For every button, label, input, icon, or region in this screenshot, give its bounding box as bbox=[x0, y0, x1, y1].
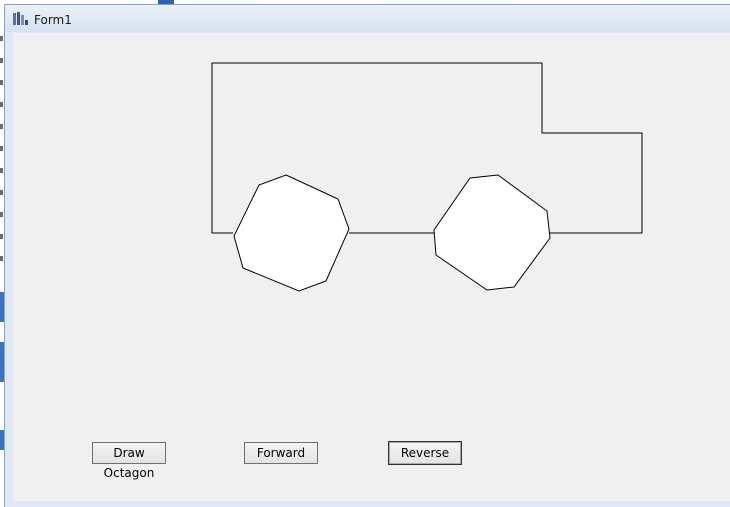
bg-text-fragment bbox=[0, 80, 3, 85]
form-app-icon bbox=[13, 12, 28, 25]
rear-wheel-octagon bbox=[433, 174, 551, 291]
title-bar[interactable]: Form1 bbox=[5, 5, 730, 32]
window-title: Form1 bbox=[34, 13, 72, 27]
forward-button[interactable]: Forward bbox=[244, 442, 318, 464]
bg-text-fragment bbox=[0, 212, 3, 217]
draw-octagon-button[interactable]: Draw Octagon bbox=[92, 442, 166, 480]
bg-text-fragment bbox=[0, 234, 3, 239]
bg-text-fragment bbox=[0, 146, 3, 151]
bg-text-fragment bbox=[0, 256, 3, 261]
bg-text-fragment bbox=[0, 58, 3, 63]
bg-text-fragment bbox=[0, 36, 3, 41]
form1-window: Form1 Draw Octagon Forward Reverse bbox=[4, 4, 730, 507]
form-client-area: Draw Octagon Forward Reverse bbox=[13, 33, 730, 501]
drawing-canvas bbox=[211, 62, 643, 292]
bg-text-fragment bbox=[0, 102, 3, 107]
bg-text-fragment bbox=[0, 168, 3, 173]
bg-text-fragment bbox=[0, 190, 3, 195]
front-wheel-octagon bbox=[233, 174, 350, 292]
reverse-button[interactable]: Reverse bbox=[388, 441, 462, 465]
bg-text-fragment bbox=[0, 124, 3, 129]
